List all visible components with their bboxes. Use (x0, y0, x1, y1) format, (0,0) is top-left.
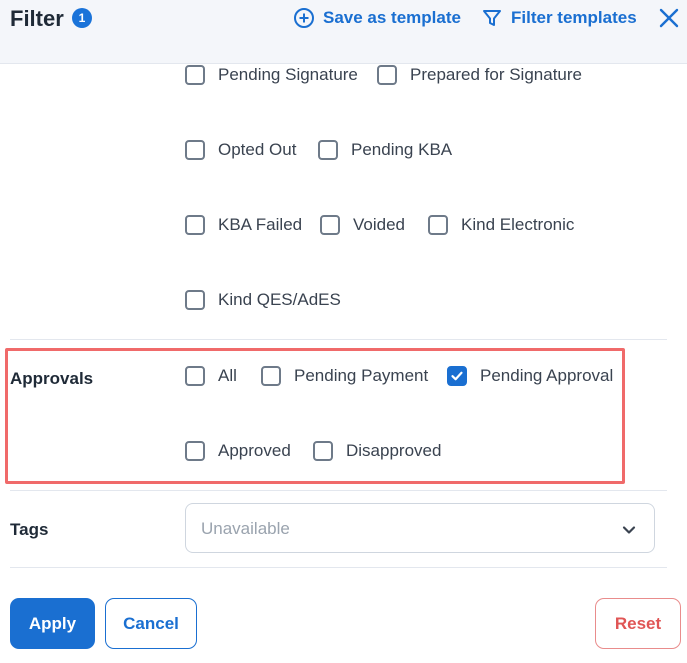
close-icon (657, 8, 681, 34)
cancel-button[interactable]: Cancel (105, 598, 197, 649)
checkbox[interactable] (377, 65, 397, 85)
checkbox-label: Disapproved (346, 441, 442, 460)
checkbox[interactable] (320, 215, 340, 235)
plus-circle-icon (293, 7, 315, 29)
checkbox-label: Kind QES/AdES (218, 290, 341, 309)
tags-select[interactable]: Unavailable (185, 503, 655, 553)
checkbox-label: Voided (353, 215, 405, 234)
tags-select-placeholder: Unavailable (201, 519, 290, 538)
status-option-opted-out[interactable]: Opted Out (185, 140, 296, 160)
chevron-down-icon (622, 522, 636, 540)
divider (10, 567, 667, 568)
approval-option-disapproved[interactable]: Disapproved (313, 441, 441, 461)
funnel-icon (481, 7, 503, 29)
status-option-voided[interactable]: Voided (320, 215, 405, 235)
tags-label: Tags (10, 520, 49, 539)
checkbox-label: KBA Failed (218, 215, 303, 234)
checkbox[interactable] (185, 441, 205, 461)
checkbox[interactable] (428, 215, 448, 235)
approval-option-all[interactable]: All (185, 366, 237, 386)
active-filter-count-badge: 1 (72, 8, 92, 28)
filter-header: Filter 1 Save as template Filter templat… (0, 0, 687, 64)
checkbox-label: Approved (218, 441, 291, 460)
checkmark-icon (451, 371, 463, 381)
approval-option-approved[interactable]: Approved (185, 441, 291, 461)
checkbox[interactable] (318, 140, 338, 160)
status-option-kind-electronic[interactable]: Kind Electronic (428, 215, 574, 235)
status-option-pending-kba[interactable]: Pending KBA (318, 140, 452, 160)
approval-option-pending-approval[interactable]: Pending Approval (447, 366, 613, 386)
checkbox-label: Pending Payment (294, 366, 429, 385)
checkbox-checked[interactable] (447, 366, 467, 386)
save-as-template-label: Save as template (323, 8, 461, 27)
checkbox-label: Opted Out (218, 140, 297, 159)
checkbox[interactable] (313, 441, 333, 461)
checkbox-label: Pending Approval (480, 366, 614, 385)
status-option-kba-failed[interactable]: KBA Failed (185, 215, 302, 235)
checkbox-label: Prepared for Signature (410, 65, 582, 84)
checkbox-label: Pending Signature (218, 65, 358, 84)
divider (10, 490, 667, 491)
filter-templates-label: Filter templates (511, 8, 637, 27)
divider (10, 339, 667, 340)
page-title: Filter (10, 6, 64, 31)
approval-option-pending-payment[interactable]: Pending Payment (261, 366, 428, 386)
checkbox[interactable] (185, 215, 205, 235)
status-option-pending-signature[interactable]: Pending Signature (185, 65, 358, 85)
checkbox[interactable] (185, 65, 205, 85)
save-as-template-button[interactable]: Save as template (293, 7, 461, 29)
status-option-kind-qes-ades[interactable]: Kind QES/AdES (185, 290, 341, 310)
checkbox-label: All (218, 366, 237, 385)
close-button[interactable] (657, 6, 681, 30)
checkbox[interactable] (261, 366, 281, 386)
approvals-label: Approvals (10, 369, 94, 388)
checkbox[interactable] (185, 290, 205, 310)
checkbox-label: Pending KBA (351, 140, 453, 159)
checkbox[interactable] (185, 140, 205, 160)
checkbox-label: Kind Electronic (461, 215, 575, 234)
apply-button[interactable]: Apply (10, 598, 95, 649)
status-option-prepared-for-signature[interactable]: Prepared for Signature (377, 65, 582, 85)
filter-templates-button[interactable]: Filter templates (481, 7, 637, 29)
checkbox[interactable] (185, 366, 205, 386)
reset-button[interactable]: Reset (595, 598, 681, 649)
